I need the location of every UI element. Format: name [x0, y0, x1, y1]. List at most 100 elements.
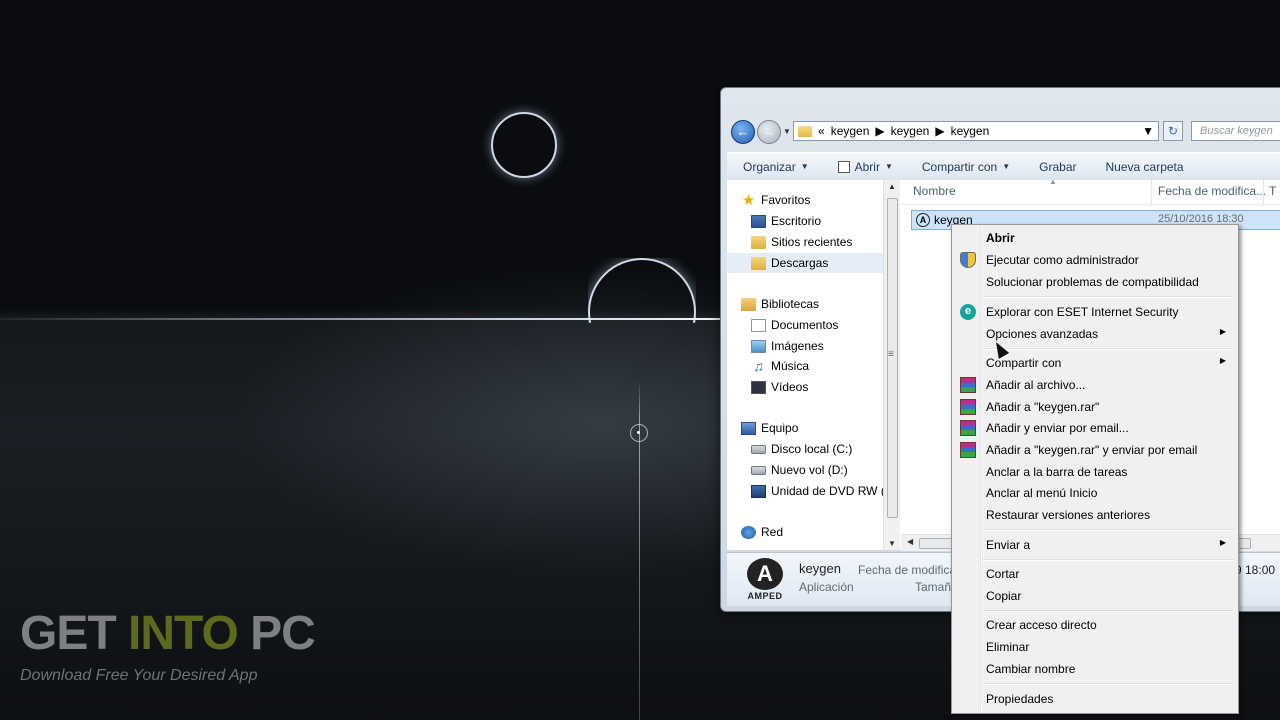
column-header-modified[interactable]: Fecha de modifica...	[1158, 184, 1266, 198]
nav-label: Red	[761, 525, 784, 539]
menu-item-pin-start[interactable]: Anclar al menú Inicio	[954, 482, 1236, 504]
network-icon	[741, 525, 756, 539]
back-button[interactable]: ←	[731, 120, 755, 144]
column-header-name[interactable]: Nombre	[913, 184, 956, 198]
winrar-icon	[960, 420, 976, 436]
menu-label: Eliminar	[986, 640, 1030, 654]
menu-item-open[interactable]: Abrir	[954, 227, 1236, 249]
menu-item-properties[interactable]: Propiedades	[954, 688, 1236, 710]
menu-label: Abrir	[986, 231, 1015, 245]
address-bar[interactable]: « keygen ▶ keygen ▶ keygen ▼	[793, 121, 1159, 141]
scroll-left-icon[interactable]: ◀	[907, 537, 913, 546]
menu-item-run-as-admin[interactable]: Ejecutar como administrador	[954, 249, 1236, 271]
app-icon: A	[916, 213, 930, 227]
nav-label: Vídeos	[771, 380, 809, 394]
menu-label: Propiedades	[986, 692, 1054, 706]
submenu-arrow-icon: ▶	[1219, 538, 1226, 547]
nav-item-computer[interactable]: Equipo	[741, 418, 883, 438]
nav-item-new-volume[interactable]: Nuevo vol (D:)	[751, 460, 883, 480]
nav-label: Favoritos	[761, 193, 811, 207]
breadcrumb-chevron-icon[interactable]: ▶	[935, 124, 944, 138]
menu-label: Solucionar problemas de compatibilidad	[986, 275, 1199, 289]
breadcrumb-item[interactable]: keygen	[891, 124, 930, 138]
menu-separator	[982, 610, 1234, 612]
column-header-type[interactable]: T	[1269, 184, 1276, 198]
nav-item-videos[interactable]: Vídeos	[751, 377, 883, 397]
organize-button[interactable]: Organizar ▼	[727, 160, 822, 174]
menu-label: Explorar con ESET Internet Security	[986, 305, 1179, 319]
menu-item-delete[interactable]: Eliminar	[954, 636, 1236, 658]
nav-item-network[interactable]: Red	[741, 522, 883, 542]
scroll-down-icon[interactable]: ▼	[888, 539, 896, 548]
column-headers: ▲ Nombre Fecha de modifica... T	[901, 177, 1280, 205]
menu-item-add-and-email[interactable]: Añadir y enviar por email...	[954, 417, 1236, 439]
nav-item-downloads[interactable]: Descargas	[727, 253, 883, 273]
address-dropdown-icon[interactable]: ▼	[1142, 124, 1154, 138]
logo-word: AMPED	[747, 591, 783, 601]
column-divider[interactable]	[1151, 180, 1152, 204]
nav-item-favorites[interactable]: ★ Favoritos	[741, 190, 883, 210]
menu-label: Ejecutar como administrador	[986, 253, 1139, 267]
menu-item-add-rar-and-email[interactable]: Añadir a "keygen.rar" y enviar por email	[954, 439, 1236, 461]
breadcrumb-chevron-icon[interactable]: ▶	[875, 124, 884, 138]
menu-item-troubleshoot[interactable]: Solucionar problemas de compatibilidad	[954, 271, 1236, 293]
scroll-up-icon[interactable]: ▲	[888, 182, 896, 191]
nav-item-dvd-drive[interactable]: Unidad de DVD RW (E	[751, 481, 883, 501]
menu-item-restore-versions[interactable]: Restaurar versiones anteriores	[954, 504, 1236, 526]
breadcrumb-item[interactable]: keygen	[831, 124, 870, 138]
menu-label: Opciones avanzadas	[986, 327, 1099, 341]
share-button[interactable]: Compartir con ▼	[906, 160, 1023, 174]
breadcrumb-item[interactable]: keygen	[951, 124, 990, 138]
refresh-button[interactable]: ↻	[1163, 121, 1183, 141]
nav-item-local-disk[interactable]: Disco local (C:)	[751, 439, 883, 459]
watermark-title: GET INTO PC	[20, 606, 316, 661]
desktop-icon	[751, 214, 766, 228]
nav-pane-scrollbar[interactable]: ▲ ≡ ▼	[883, 180, 900, 550]
open-button[interactable]: Abrir ▼	[822, 160, 906, 174]
nav-label: Sitios recientes	[771, 235, 853, 249]
star-icon: ★	[741, 191, 756, 209]
watermark: GET INTO PC Download Free Your Desired A…	[20, 606, 316, 685]
menu-item-create-shortcut[interactable]: Crear acceso directo	[954, 614, 1236, 636]
submenu-arrow-icon: ▶	[1219, 327, 1226, 336]
address-prefix[interactable]: «	[818, 124, 825, 138]
recent-places-icon	[751, 235, 766, 249]
history-dropdown-icon[interactable]: ▼	[783, 127, 791, 136]
watermark-word: INTO	[128, 607, 239, 660]
nav-label: Documentos	[771, 318, 839, 332]
nav-item-recent-places[interactable]: Sitios recientes	[751, 232, 883, 252]
menu-item-add-to-rar[interactable]: Añadir a "keygen.rar"	[954, 396, 1236, 418]
column-divider[interactable]	[1263, 180, 1264, 204]
menu-label: Anclar a la barra de tareas	[986, 465, 1128, 479]
menu-item-add-to-archive[interactable]: Añadir al archivo...	[954, 374, 1236, 396]
nav-label: Escritorio	[771, 214, 822, 228]
menu-separator	[982, 683, 1234, 685]
menu-item-eset-scan[interactable]: e Explorar con ESET Internet Security	[954, 301, 1236, 323]
menu-label: Enviar a	[986, 538, 1031, 552]
nav-item-music[interactable]: ♫ Música	[751, 356, 883, 376]
nav-label: Nuevo vol (D:)	[771, 463, 848, 477]
search-input[interactable]: Buscar keygen	[1191, 121, 1280, 141]
image-icon	[751, 339, 766, 353]
nav-item-libraries[interactable]: Bibliotecas	[741, 294, 883, 314]
menu-separator	[982, 559, 1234, 561]
eset-icon: e	[960, 304, 976, 320]
nav-item-documents[interactable]: Documentos	[751, 315, 883, 335]
scrollbar-grip-icon: ≡	[888, 349, 894, 360]
nav-item-images[interactable]: Imágenes	[751, 336, 883, 356]
dvd-drive-icon	[751, 484, 766, 498]
nav-item-desktop[interactable]: Escritorio	[751, 211, 883, 231]
burn-button[interactable]: Grabar	[1023, 160, 1089, 174]
wallpaper-ring	[491, 112, 557, 178]
menu-label: Crear acceso directo	[986, 618, 1097, 632]
menu-item-rename[interactable]: Cambiar nombre	[954, 658, 1236, 680]
menu-item-copy[interactable]: Copiar	[954, 585, 1236, 607]
chevron-down-icon: ▼	[1002, 162, 1011, 171]
menu-item-cut[interactable]: Cortar	[954, 563, 1236, 585]
menu-label: Cortar	[986, 567, 1020, 581]
menu-item-pin-taskbar[interactable]: Anclar a la barra de tareas	[954, 461, 1236, 483]
share-label: Compartir con	[921, 159, 998, 174]
new-folder-button[interactable]: Nueva carpeta	[1090, 160, 1197, 174]
menu-item-send-to[interactable]: Enviar a ▶	[954, 534, 1236, 556]
forward-button[interactable]: →	[757, 120, 781, 144]
